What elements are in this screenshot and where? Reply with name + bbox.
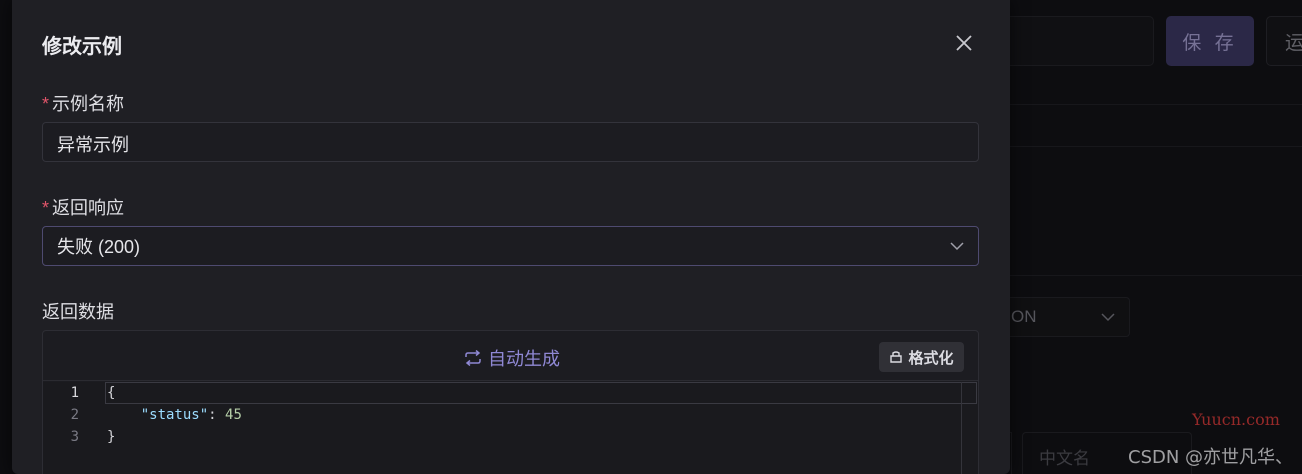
required-mark: *	[42, 94, 50, 114]
line-number: 2	[70, 407, 79, 423]
code-editor[interactable]: 1 { 2 "status": 45 3 }	[43, 382, 978, 474]
response-field-label: * 返回响应	[42, 194, 124, 220]
code-line: 1 {	[43, 382, 978, 404]
code-text: }	[107, 429, 116, 445]
response-label-text: 返回响应	[52, 198, 125, 218]
json-value: 45	[225, 407, 242, 423]
code-line: 2 "status": 45	[43, 404, 978, 426]
name-label-text: 示例名称	[52, 94, 125, 114]
auto-generate-label: 自动生成	[488, 349, 560, 369]
close-icon[interactable]	[952, 31, 976, 55]
line-number: 3	[70, 429, 79, 445]
json-editor: 自动生成 格式化 1 { 2 "status": 45 3 }	[42, 330, 979, 474]
auto-generate-button[interactable]: 自动生成	[464, 345, 560, 371]
editor-toolbar: 自动生成 格式化	[43, 331, 978, 381]
edit-example-dialog: 修改示例 * 示例名称 异常示例 * 返回响应 失败 (200) 返回数据 自动生成	[12, 0, 1010, 474]
editor-scrollbar[interactable]	[961, 382, 962, 474]
response-select-value: 失败 (200)	[57, 237, 141, 257]
name-field-label: * 示例名称	[42, 90, 124, 116]
example-name-input[interactable]: 异常示例	[42, 122, 979, 162]
code-text: "status": 45	[107, 407, 242, 423]
json-separator: :	[208, 407, 226, 423]
format-label: 格式化	[908, 349, 954, 367]
data-field-label: 返回数据	[42, 302, 114, 322]
chevron-down-icon	[950, 241, 964, 250]
code-text: {	[107, 385, 116, 401]
dialog-title: 修改示例	[42, 36, 122, 58]
json-key: "status"	[140, 407, 209, 423]
line-number: 1	[70, 385, 79, 401]
repeat-icon	[465, 350, 481, 366]
response-select[interactable]: 失败 (200)	[42, 226, 979, 266]
code-line: 3 }	[43, 426, 978, 448]
required-mark: *	[42, 198, 50, 218]
format-button[interactable]: 格式化	[879, 342, 964, 372]
format-icon	[890, 351, 903, 363]
